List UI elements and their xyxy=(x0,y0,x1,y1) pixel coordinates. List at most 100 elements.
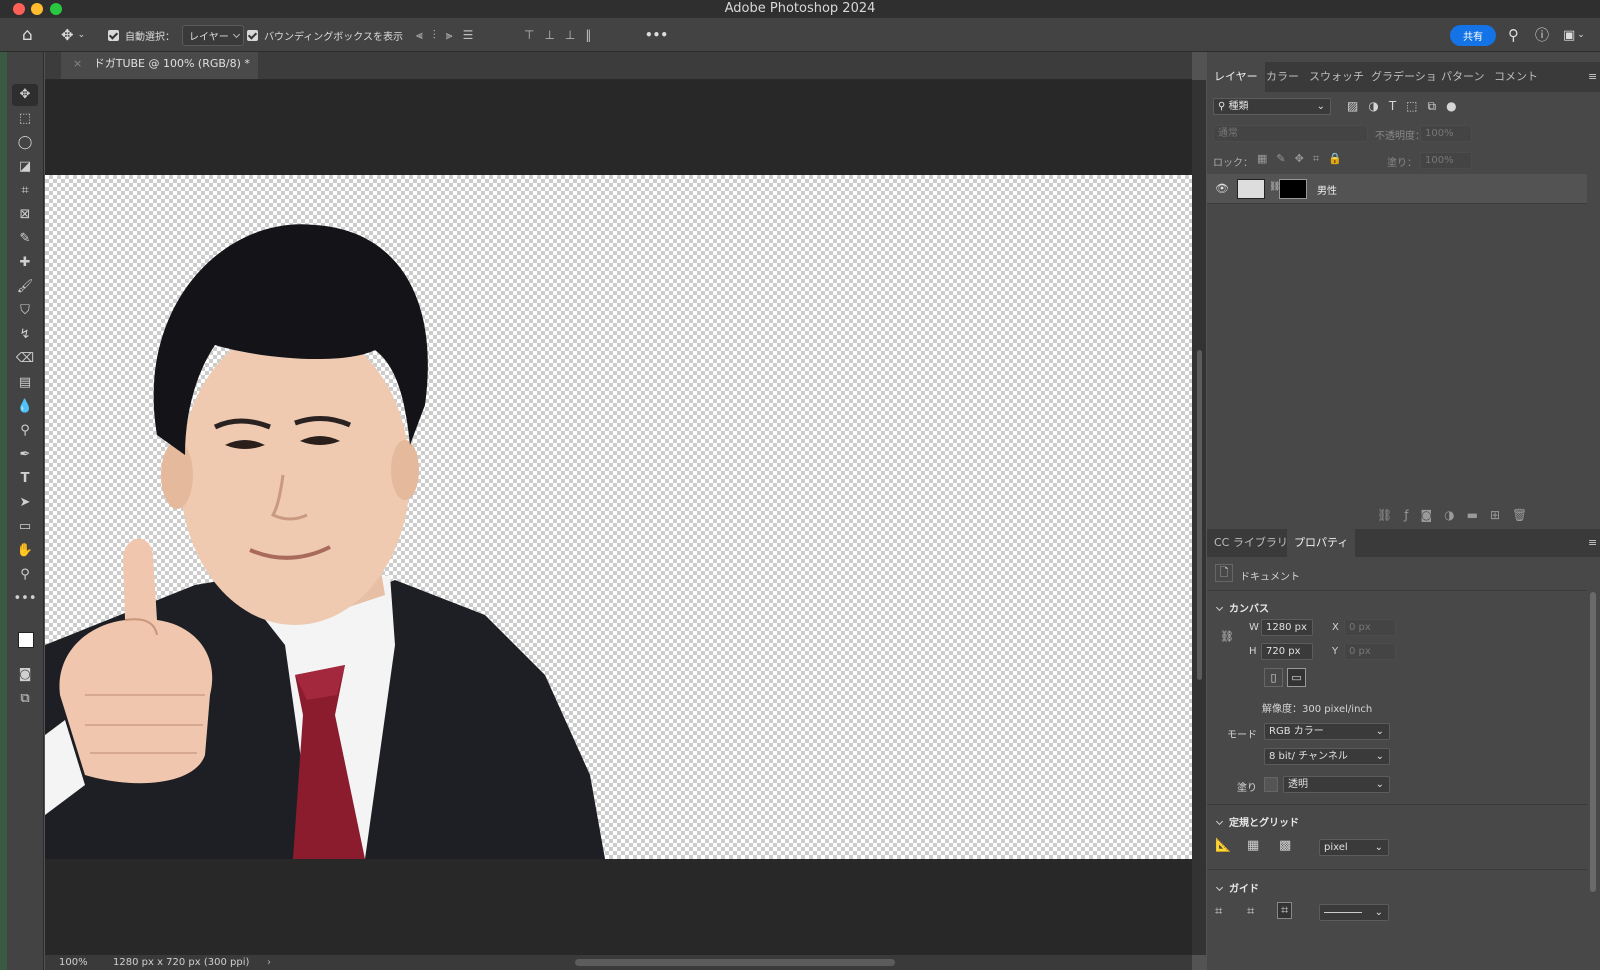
vertical-scrollbar[interactable] xyxy=(1192,80,1206,955)
x-field[interactable]: 0 px xyxy=(1344,619,1396,636)
distribute-v-icon[interactable]: ‖ xyxy=(585,28,601,42)
new-group-icon[interactable]: ▬ xyxy=(1467,508,1490,522)
dodge-tool-icon[interactable]: ⚲ xyxy=(12,420,38,442)
align-bottom-icon[interactable]: ⊥ xyxy=(565,28,585,42)
filter-adjustment-icon[interactable]: ◑ xyxy=(1368,99,1388,113)
canvas-fill-dropdown[interactable]: 透明 ⌄ xyxy=(1283,776,1390,793)
eraser-tool-icon[interactable]: ⌫ xyxy=(12,348,38,370)
close-window-button[interactable] xyxy=(13,3,25,15)
history-brush-tool-icon[interactable]: ↯ xyxy=(12,324,38,346)
foreground-color-swatch[interactable] xyxy=(18,632,34,648)
zoom-window-button[interactable] xyxy=(50,3,62,15)
pixel-grid-icon[interactable]: ▩ xyxy=(1279,838,1291,853)
link-dimensions-icon[interactable]: ⛓ xyxy=(1220,630,1234,643)
filter-type-icon[interactable]: T xyxy=(1389,99,1406,113)
minimize-window-button[interactable] xyxy=(31,3,43,15)
align-middle-icon[interactable]: ⊥ xyxy=(544,28,564,42)
color-mode-dropdown[interactable]: RGB カラー ⌄ xyxy=(1264,723,1390,740)
properties-scrollbar[interactable] xyxy=(1590,592,1596,892)
frame-tool-icon[interactable]: ⊠ xyxy=(12,204,38,226)
home-icon[interactable]: ⌂ xyxy=(22,18,33,52)
pen-tool-icon[interactable]: ✒ xyxy=(12,444,38,466)
lock-artboard-icon[interactable]: ⌗ xyxy=(1313,152,1328,165)
blur-tool-icon[interactable]: 💧 xyxy=(12,396,38,418)
document-tab[interactable]: × ドガTUBE @ 100% (RGB/8) * xyxy=(61,52,258,79)
help-icon[interactable]: ⓘ xyxy=(1535,18,1549,52)
bit-depth-dropdown[interactable]: 8 bit/ チャンネル ⌄ xyxy=(1264,748,1390,765)
align-icons-group[interactable]: ⫷ ⫶ ⫸ ☰ xyxy=(416,18,483,52)
canvas-section-header[interactable]: カンバス xyxy=(1217,600,1269,615)
delete-layer-icon[interactable]: 🗑 xyxy=(1512,508,1539,522)
width-field[interactable]: 1280 px xyxy=(1261,619,1313,636)
filter-icons-group[interactable]: ▨◑T⬚⧉● xyxy=(1347,99,1467,114)
lock-guides-icon[interactable]: ⌗ xyxy=(1247,904,1254,919)
tab-layers[interactable]: レイヤー xyxy=(1207,62,1265,92)
align-left-icon[interactable]: ⫷ xyxy=(416,28,433,43)
guide-style-dropdown[interactable]: ⌄ xyxy=(1319,904,1389,921)
bounding-box-checkbox[interactable] xyxy=(247,29,258,41)
rectangle-tool-icon[interactable]: ▭ xyxy=(12,516,38,538)
lock-paint-icon[interactable]: ✎ xyxy=(1276,152,1294,165)
marquee-tool-icon[interactable]: ⬚ xyxy=(12,108,38,130)
distribute-icon[interactable]: ☰ xyxy=(463,28,484,42)
rulers-grid-section-header[interactable]: 定規とグリッド xyxy=(1217,814,1299,829)
filter-pixel-icon[interactable]: ▨ xyxy=(1347,99,1368,113)
guides-section-header[interactable]: ガイド xyxy=(1217,880,1259,895)
properties-menu-icon[interactable]: ≡ xyxy=(1581,529,1600,557)
horizontal-scroll-thumb[interactable] xyxy=(575,959,895,966)
status-arrow-icon[interactable]: › xyxy=(267,955,271,970)
auto-select-checkbox[interactable] xyxy=(108,29,119,41)
more-options-button[interactable]: ••• xyxy=(645,18,668,52)
type-tool-icon[interactable]: T xyxy=(12,468,38,490)
fx-icon[interactable]: ƒ xyxy=(1404,508,1420,522)
move-tool-icon[interactable]: ✥ xyxy=(12,84,38,106)
vertical-scroll-thumb[interactable] xyxy=(1197,350,1202,680)
auto-select-dropdown[interactable]: レイヤー xyxy=(182,24,244,46)
opacity-field[interactable]: 100% xyxy=(1420,125,1472,142)
lock-position-icon[interactable]: ✥ xyxy=(1295,152,1313,165)
tab-swatches[interactable]: スウォッチ xyxy=(1302,62,1371,92)
guides-icon[interactable]: ⌗ xyxy=(1215,904,1222,919)
healing-brush-tool-icon[interactable]: ✚ xyxy=(12,252,38,274)
filter-toggle-icon[interactable]: ● xyxy=(1446,99,1466,113)
new-layer-icon[interactable]: ⊞ xyxy=(1490,508,1512,522)
blend-mode-dropdown[interactable]: 通常 xyxy=(1213,125,1368,142)
canvas[interactable] xyxy=(45,175,1205,859)
screen-mode-icon[interactable]: ⧉ xyxy=(12,688,38,710)
ruler-icon[interactable]: 📐 xyxy=(1215,838,1231,853)
align-right-icon[interactable]: ⫸ xyxy=(446,28,463,43)
crop-tool-icon[interactable]: ⌗ xyxy=(12,180,38,202)
adjustment-layer-icon[interactable]: ◑ xyxy=(1444,508,1466,522)
height-field[interactable]: 720 px xyxy=(1261,643,1313,660)
align-top-icon[interactable]: ⊤ xyxy=(524,28,544,42)
eyedropper-tool-icon[interactable]: ✎ xyxy=(12,228,38,250)
lasso-tool-icon[interactable]: ◯ xyxy=(12,132,38,154)
fill-field[interactable]: 100% xyxy=(1420,152,1472,169)
zoom-level[interactable]: 100% xyxy=(59,955,88,970)
edit-toolbar-icon[interactable]: ••• xyxy=(12,588,38,610)
tab-comments[interactable]: コメント xyxy=(1487,62,1545,92)
move-tool-icon[interactable]: ✥ ⌄ xyxy=(61,18,85,52)
align-center-icon[interactable]: ⫶ xyxy=(433,28,446,43)
layer-name[interactable]: 男性 xyxy=(1317,182,1337,197)
layer-mask-thumbnail[interactable] xyxy=(1279,179,1307,199)
smart-guides-icon[interactable]: ⌗ xyxy=(1277,902,1293,919)
share-button[interactable]: 共有 xyxy=(1450,24,1496,46)
visibility-eye-icon[interactable]: 👁 xyxy=(1215,182,1229,195)
layer-filter-dropdown[interactable]: ⚲ 種類 ⌄ xyxy=(1213,98,1331,115)
workspace-icon[interactable]: ▣ ⌄ xyxy=(1563,18,1585,52)
align-vertical-icons-group[interactable]: ⊤ ⊥ ⊥ ‖ xyxy=(524,18,601,52)
lock-pixels-icon[interactable]: ▦ xyxy=(1257,152,1276,165)
hand-tool-icon[interactable]: ✋ xyxy=(12,540,38,562)
brush-tool-icon[interactable]: 🖌 xyxy=(12,276,38,298)
stamp-tool-icon[interactable]: ⛉ xyxy=(12,300,38,322)
quick-mask-icon[interactable]: ◙ xyxy=(12,664,38,686)
y-field[interactable]: 0 px xyxy=(1344,643,1396,660)
ruler-unit-dropdown[interactable]: pixel ⌄ xyxy=(1319,839,1389,856)
search-icon[interactable]: ⚲ xyxy=(1508,18,1519,52)
landscape-orientation-icon[interactable]: ▭ xyxy=(1287,668,1306,687)
add-mask-icon[interactable]: ◙ xyxy=(1420,508,1444,522)
zoom-tool-icon[interactable]: ⚲ xyxy=(12,564,38,586)
tab-color[interactable]: カラー xyxy=(1259,62,1306,92)
tab-properties[interactable]: プロパティ xyxy=(1287,529,1356,557)
